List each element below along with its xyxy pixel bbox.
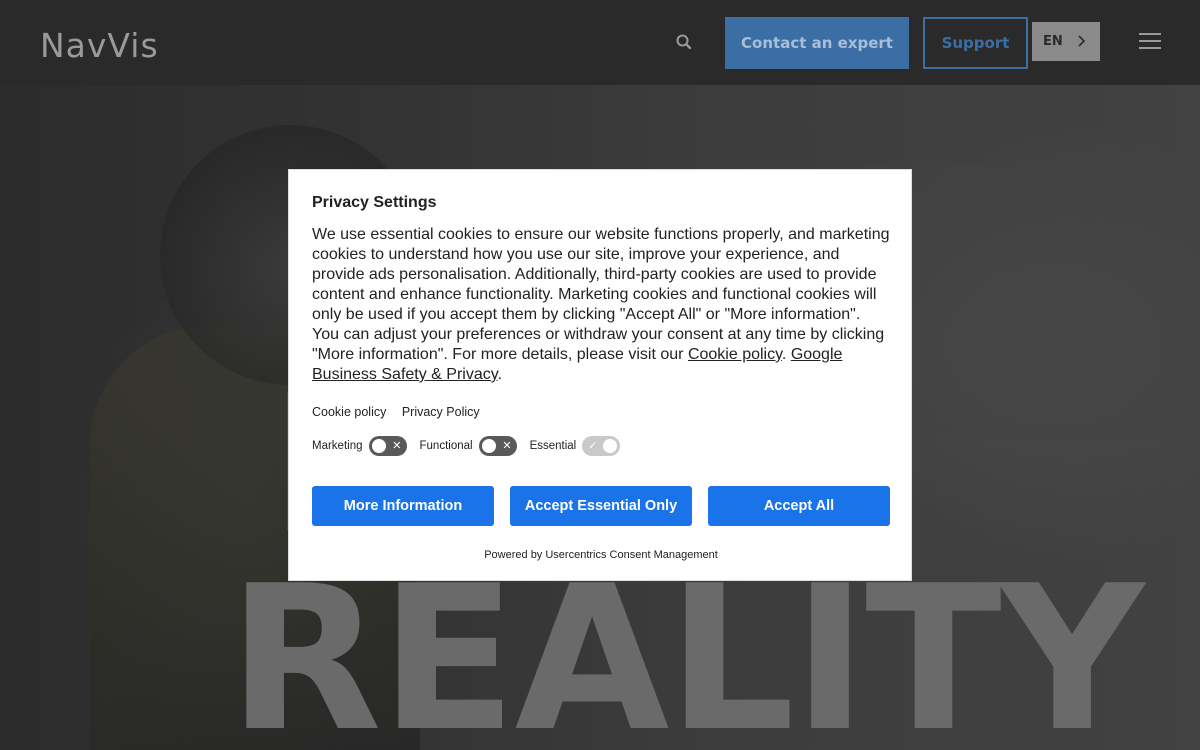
- checkmark-icon: ✓: [588, 440, 598, 452]
- consent-toggles: Marketing ✕ Functional ✕ Essential ✓: [312, 436, 633, 456]
- close-icon: ✕: [502, 440, 512, 452]
- functional-toggle[interactable]: ✕: [478, 436, 517, 456]
- powered-by-text[interactable]: Powered by Usercentrics Consent Manageme…: [289, 549, 913, 561]
- consent-buttons: More Information Accept Essential Only A…: [312, 486, 890, 526]
- cookie-policy-inline-link[interactable]: Cookie policy: [688, 346, 782, 363]
- privacy-policy-link[interactable]: Privacy Policy: [402, 405, 480, 419]
- accept-essential-button[interactable]: Accept Essential Only: [510, 486, 692, 526]
- privacy-settings-dialog: Privacy Settings We use essential cookie…: [288, 169, 912, 581]
- marketing-toggle-label: Marketing: [312, 440, 363, 452]
- toggle-knob: [602, 438, 619, 454]
- toggle-knob: [480, 438, 497, 454]
- dialog-description: We use essential cookies to ensure our w…: [312, 225, 890, 385]
- close-icon: ✕: [392, 440, 402, 452]
- end-punctuation: .: [497, 366, 503, 383]
- accept-all-button[interactable]: Accept All: [708, 486, 890, 526]
- functional-toggle-label: Functional: [419, 440, 473, 452]
- essential-toggle: ✓: [582, 436, 621, 456]
- policy-links: Cookie policy Privacy Policy: [312, 405, 492, 419]
- essential-toggle-label: Essential: [529, 440, 577, 452]
- dialog-title: Privacy Settings: [312, 194, 437, 211]
- marketing-toggle[interactable]: ✕: [368, 436, 407, 456]
- more-information-button[interactable]: More Information: [312, 486, 494, 526]
- description-text: We use essential cookies to ensure our w…: [312, 226, 890, 363]
- separator-text: .: [781, 346, 791, 363]
- toggle-knob: [370, 438, 387, 454]
- cookie-policy-link[interactable]: Cookie policy: [312, 405, 386, 419]
